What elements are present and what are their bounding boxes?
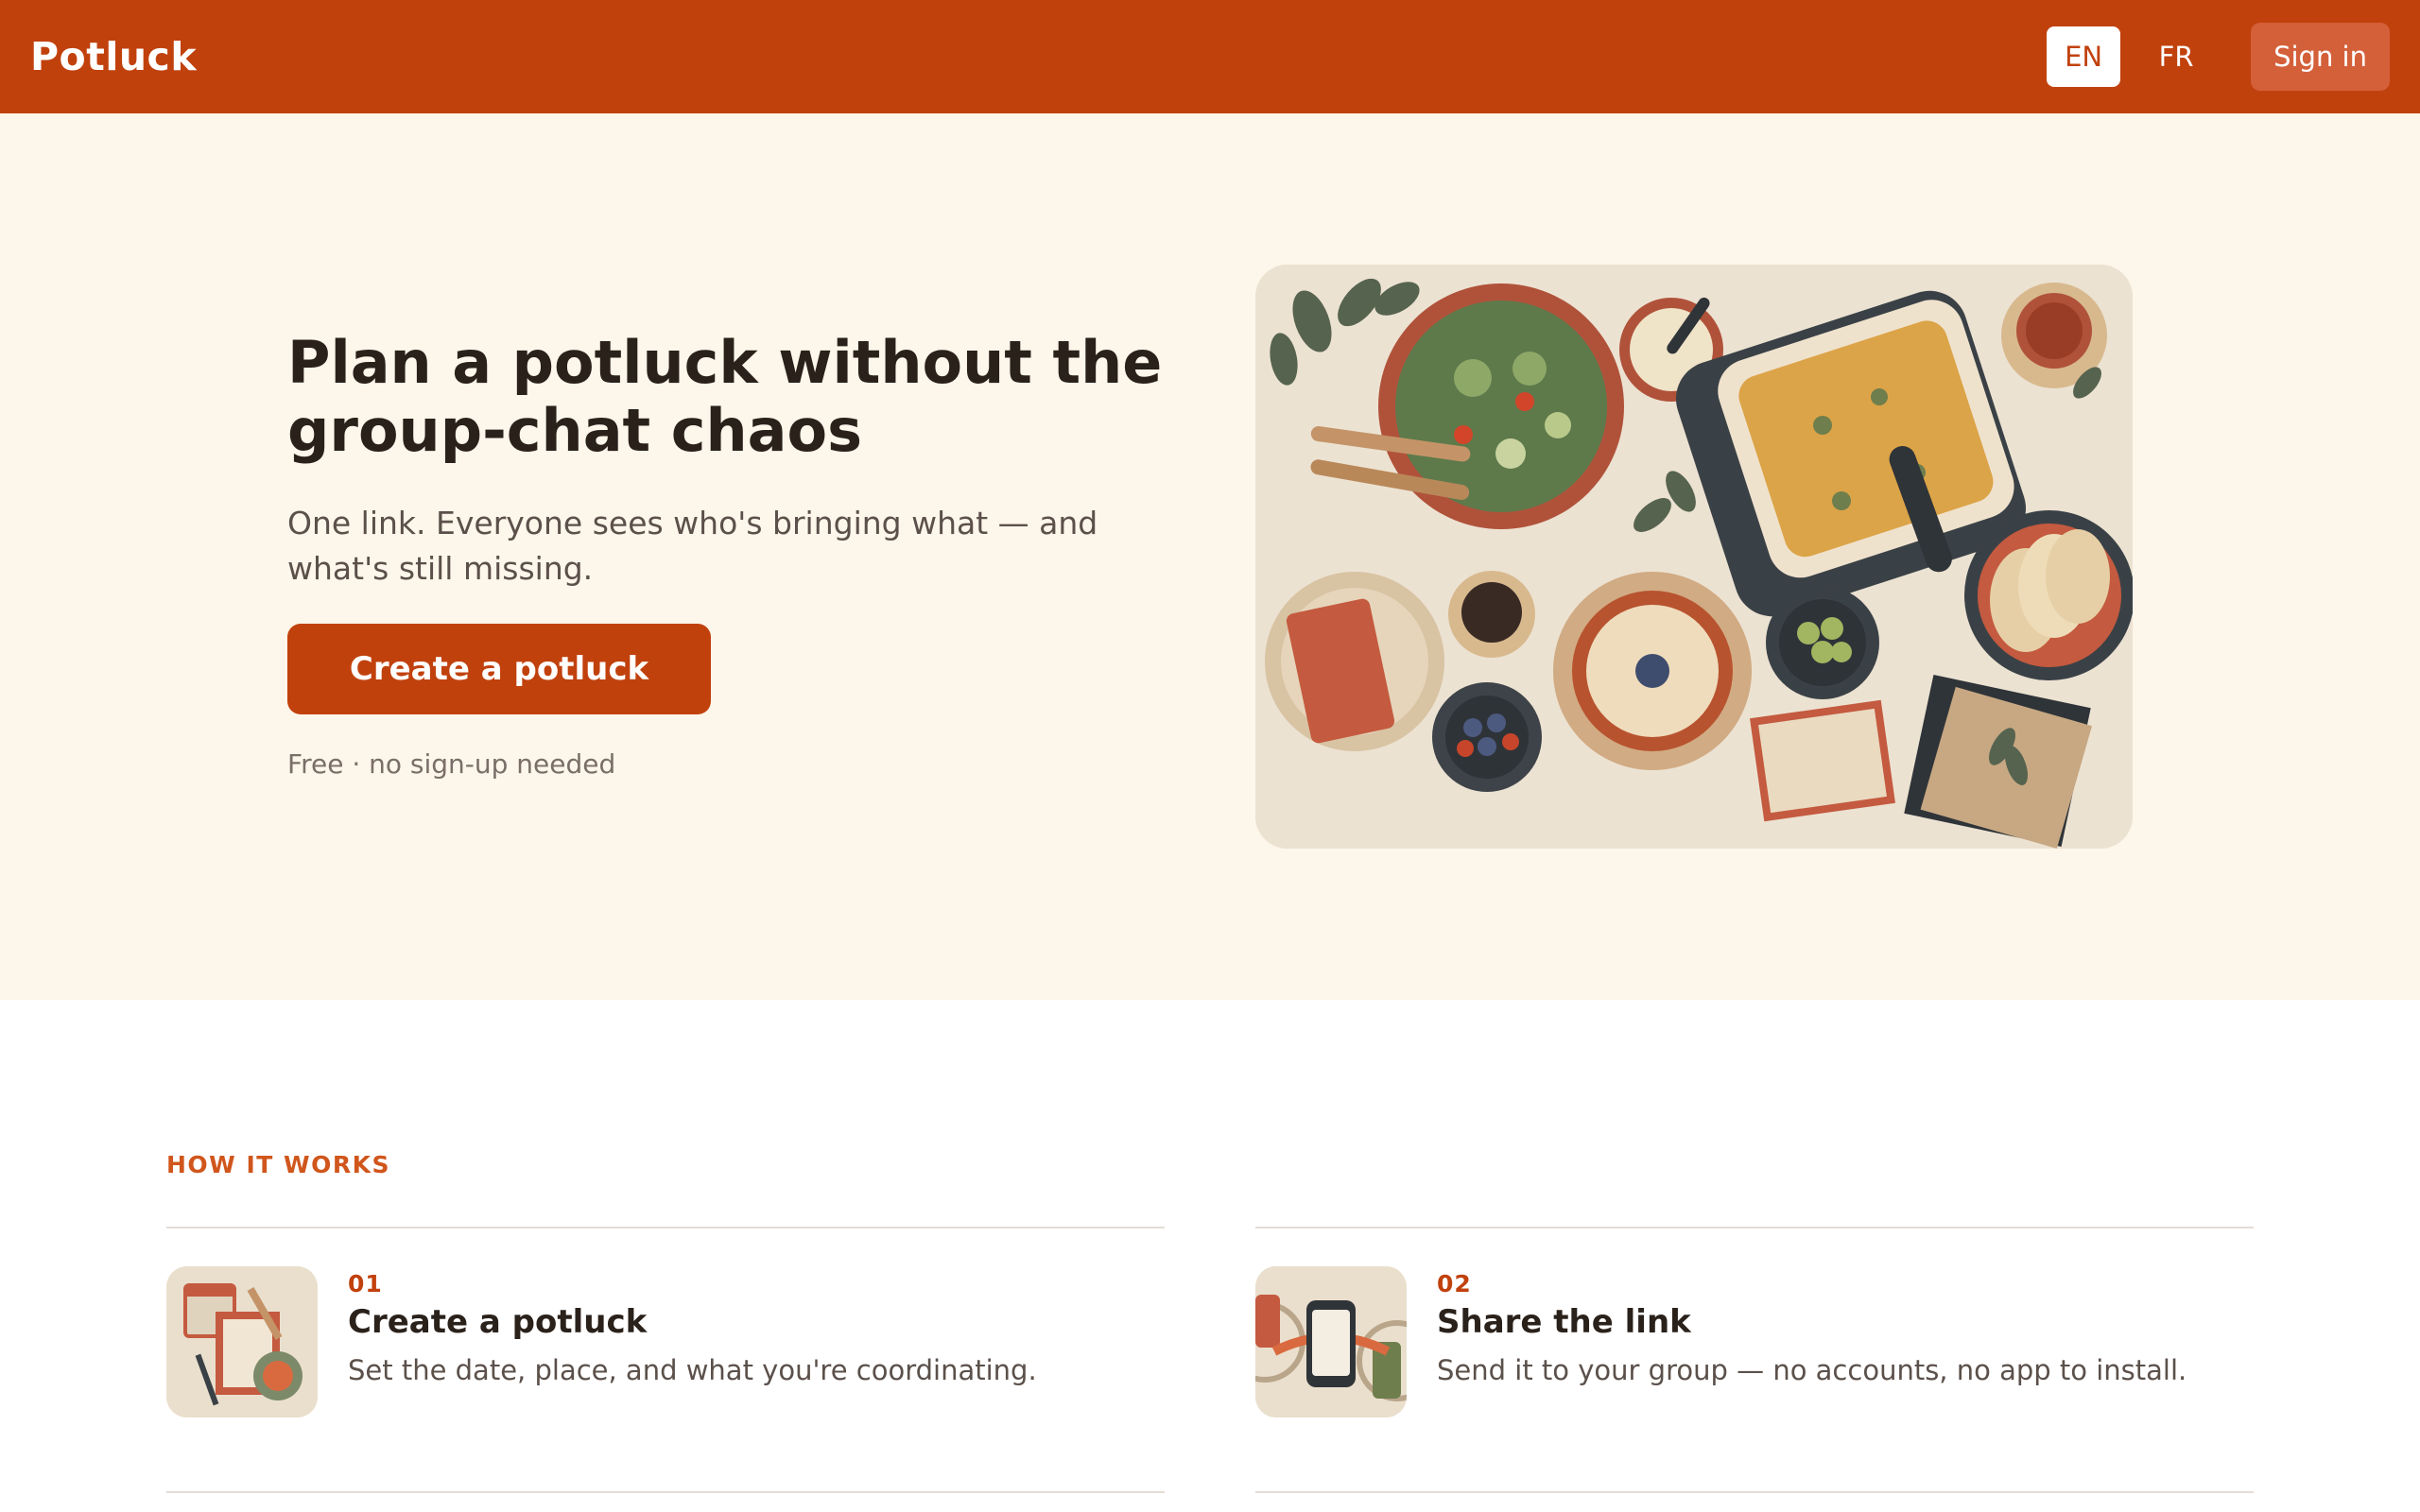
hero-illustration — [1255, 265, 2133, 849]
hero-title: Plan a potluck without the group-chat ch… — [287, 328, 1163, 465]
language-fr-button[interactable]: FR — [2139, 26, 2213, 87]
create-potluck-button[interactable]: Create a potluck — [287, 624, 711, 714]
step-2-text: 02 Share the link Send it to your group … — [1437, 1266, 2187, 1386]
divider-bottom-left — [166, 1491, 1165, 1493]
berries-bowl-icon — [1432, 682, 1542, 792]
hero-section: Plan a potluck without the group-chat ch… — [0, 113, 2420, 1000]
salad-bowl-icon — [1378, 284, 1624, 529]
hero-copy: Plan a potluck without the group-chat ch… — [287, 329, 1195, 780]
step-card-2: 02 Share the link Send it to your group … — [1255, 1266, 2187, 1418]
language-en-button[interactable]: EN — [2047, 26, 2121, 87]
step-2-thumbnail — [1255, 1266, 1407, 1418]
pie-icon — [1553, 572, 1752, 770]
step-card-1: 01 Create a potluck Set the date, place,… — [166, 1266, 1037, 1418]
bread-plate-icon — [1964, 510, 2133, 680]
divider-top-left — [166, 1227, 1165, 1228]
grapes-bowl-icon — [1766, 586, 1879, 699]
step-1-text: 01 Create a potluck Set the date, place,… — [348, 1266, 1037, 1386]
step-description: Send it to your group — no accounts, no … — [1437, 1354, 2187, 1386]
brand-logo[interactable]: Potluck — [30, 34, 197, 79]
divider-top-right — [1255, 1227, 2254, 1228]
calendar-utensils-icon — [166, 1266, 318, 1418]
top-actions: EN FR Sign in — [2047, 23, 2390, 91]
step-description: Set the date, place, and what you're coo… — [348, 1354, 1037, 1386]
divider-bottom-right — [1255, 1491, 2254, 1493]
hero-note: Free · no sign-up needed — [287, 748, 616, 780]
potluck-table-illustration — [1255, 265, 2133, 849]
step-title: Create a potluck — [348, 1303, 648, 1341]
hero-subtitle: One link. Everyone sees who's bringing w… — [287, 505, 1098, 587]
sign-in-button[interactable]: Sign in — [2251, 23, 2390, 91]
top-navbar: Potluck EN FR Sign in — [0, 0, 2420, 113]
step-number: 02 — [1437, 1270, 1472, 1297]
phone-share-icon — [1255, 1266, 1407, 1418]
step-1-thumbnail — [166, 1266, 318, 1418]
step-number: 01 — [348, 1270, 383, 1297]
how-it-works-label: HOW IT WORKS — [166, 1151, 390, 1178]
step-title: Share the link — [1437, 1303, 1691, 1341]
